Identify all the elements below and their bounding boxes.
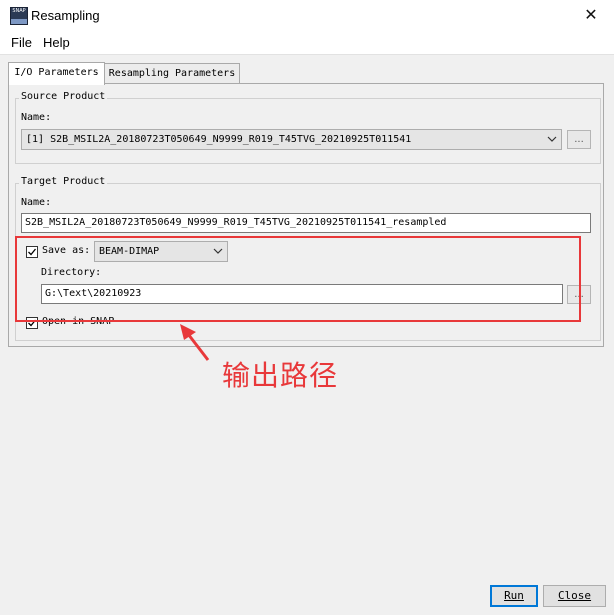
menu-bar: File Help — [0, 32, 614, 55]
source-product-title: Source Product — [19, 91, 108, 102]
tab-resampling-parameters[interactable]: Resampling Parameters — [104, 63, 240, 84]
target-product-title: Target Product — [19, 176, 108, 187]
source-name-label: Name: — [21, 112, 52, 123]
close-button[interactable]: Close — [543, 585, 606, 607]
source-product-select[interactable]: [1] S2B_MSIL2A_20180723T050649_N9999_R01… — [21, 129, 562, 150]
annotation-highlight-box — [15, 236, 581, 322]
menu-help[interactable]: Help — [43, 35, 70, 50]
chevron-down-icon — [547, 130, 557, 149]
close-button-label: Close — [557, 589, 592, 602]
window-close-button[interactable]: ✕ — [568, 0, 614, 32]
tab-io-parameters[interactable]: I/O Parameters — [8, 62, 105, 85]
target-name-field[interactable]: S2B_MSIL2A_20180723T050649_N9999_R019_T4… — [21, 213, 591, 233]
source-product-value: [1] S2B_MSIL2A_20180723T050649_N9999_R01… — [26, 134, 412, 145]
annotation-text: 输出路径 — [222, 359, 339, 392]
target-name-value: S2B_MSIL2A_20180723T050649_N9999_R019_T4… — [25, 217, 447, 228]
run-button-label: Run — [504, 589, 524, 602]
app-icon-text: SNAP — [12, 8, 26, 14]
source-browse-label: ... — [574, 134, 584, 145]
tab-resampling-parameters-label: Resampling Parameters — [108, 68, 236, 79]
tab-io-parameters-label: I/O Parameters — [14, 67, 99, 78]
target-name-label: Name: — [21, 197, 52, 208]
window-title: Resampling — [31, 8, 100, 23]
source-browse-button[interactable]: ... — [567, 130, 591, 149]
close-icon: ✕ — [584, 5, 598, 24]
arrow-icon — [180, 324, 210, 361]
menu-file[interactable]: File — [11, 35, 32, 50]
snap-app-icon: SNAP — [10, 7, 28, 25]
run-button[interactable]: Run — [490, 585, 538, 607]
title-bar: SNAP Resampling ✕ — [0, 0, 614, 32]
